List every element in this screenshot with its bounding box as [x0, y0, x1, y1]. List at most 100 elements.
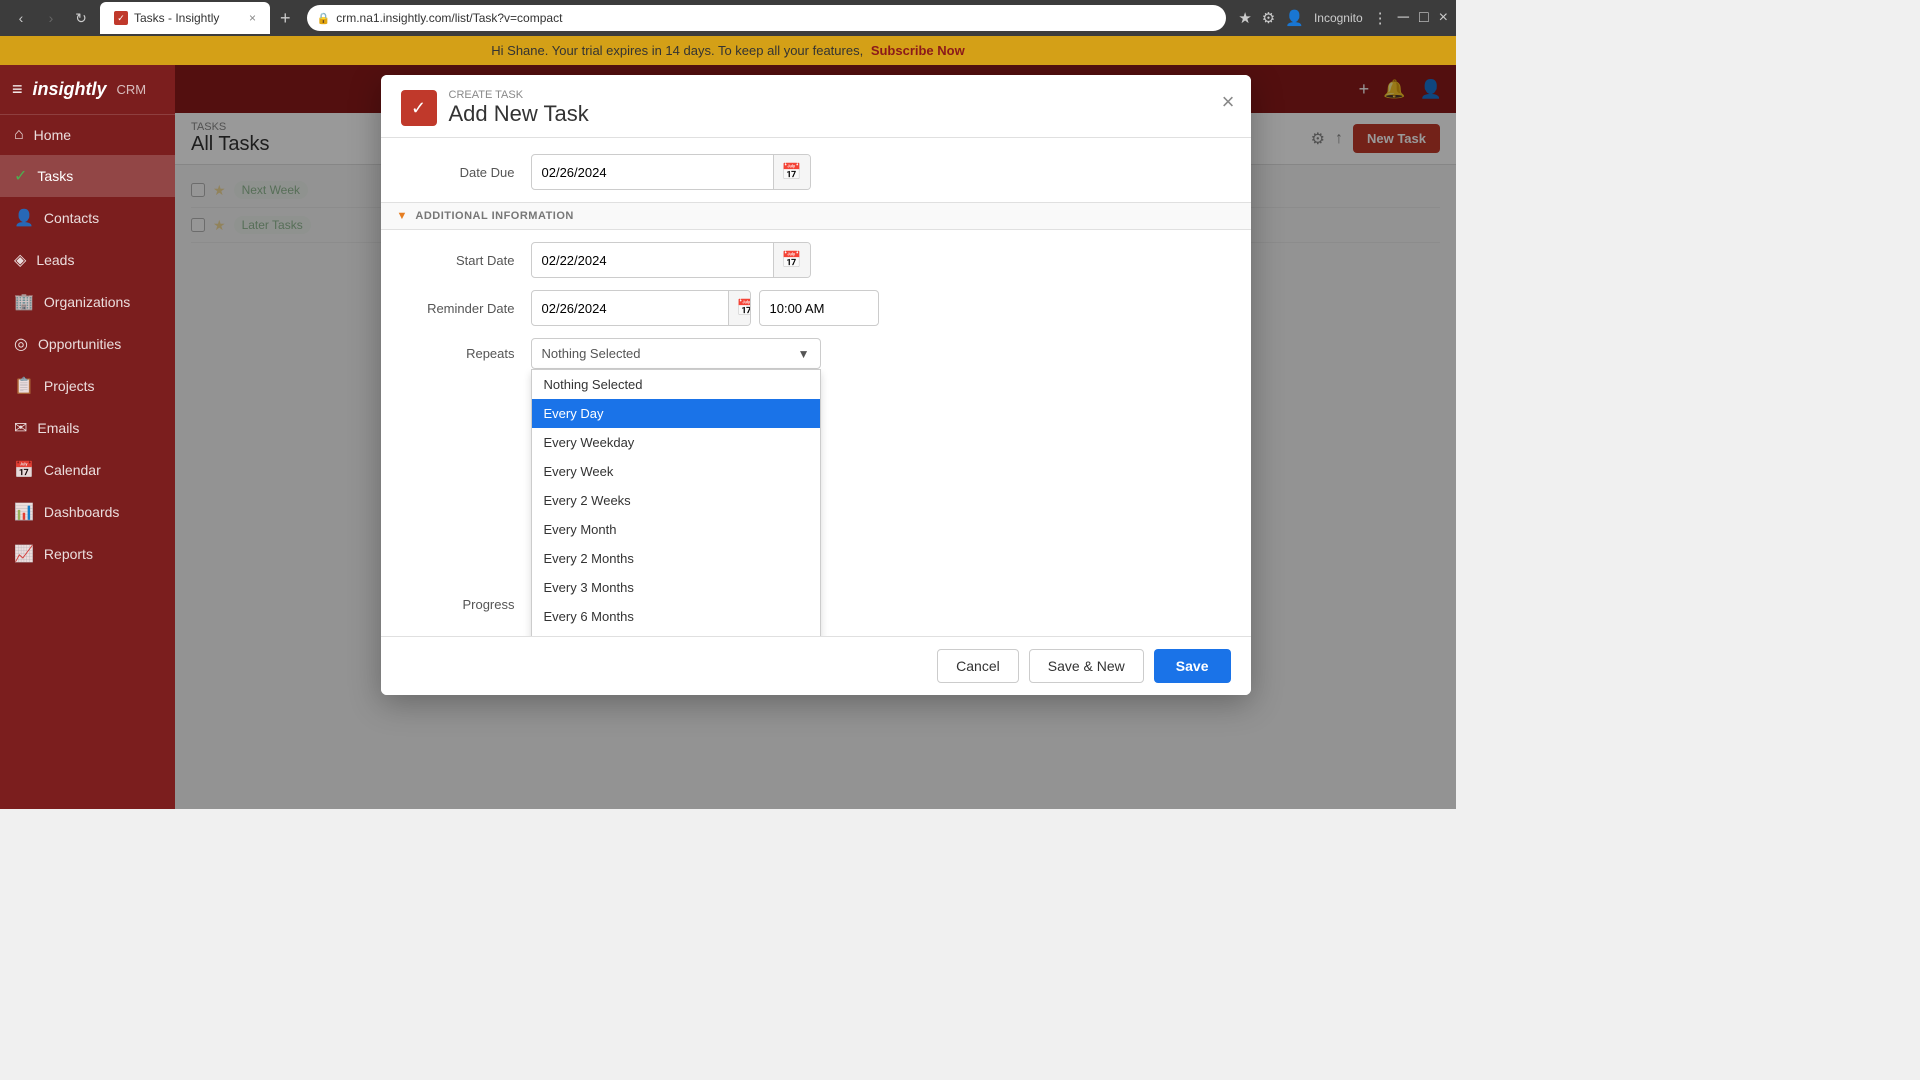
new-tab-button[interactable]: + [276, 8, 295, 29]
repeats-option-every-month[interactable]: Every Month [532, 515, 820, 544]
window-close-button[interactable]: × [1439, 9, 1448, 27]
tab-favicon: ✓ [114, 11, 128, 25]
sidebar-item-projects[interactable]: 📋 Projects [0, 365, 175, 407]
tab-title: Tasks - Insightly [134, 11, 219, 25]
sidebar: ≡ insightly CRM ⌂ Home ✓ Tasks 👤 Contact… [0, 65, 175, 809]
cancel-button[interactable]: Cancel [937, 649, 1019, 683]
trial-text: Hi Shane. Your trial expires in 14 days.… [491, 43, 863, 58]
repeats-option-every-2-weeks[interactable]: Every 2 Weeks [532, 486, 820, 515]
sidebar-item-reports[interactable]: 📈 Reports [0, 533, 175, 575]
repeats-row: Repeats Nothing Selected ▼ Nothing Selec… [401, 338, 1231, 369]
modal-body: Date Due 📅 ▼ ADDITIONAL INFORMATION Star [381, 138, 1251, 636]
reminder-time-input[interactable] [760, 294, 879, 323]
reminder-date-input-wrapper: 📅 [531, 290, 751, 326]
maximize-button[interactable]: □ [1419, 9, 1429, 27]
repeats-option-every-3-months[interactable]: Every 3 Months [532, 573, 820, 602]
reminder-time-input-wrapper: 🕐 [759, 290, 879, 326]
save-button[interactable]: Save [1154, 649, 1231, 683]
repeats-option-every-2-months[interactable]: Every 2 Months [532, 544, 820, 573]
repeats-selected-value: Nothing Selected [542, 346, 641, 361]
tab-close-icon[interactable]: × [249, 11, 256, 25]
dashboards-label: Dashboards [44, 504, 120, 520]
calendar-reminder-icon[interactable]: 📅 [728, 291, 751, 325]
menu-icon[interactable]: ⋮ [1373, 9, 1388, 27]
sidebar-item-leads[interactable]: ◈ Leads [0, 239, 175, 281]
start-date-label: Start Date [401, 253, 531, 268]
start-date-input-wrapper: 📅 [531, 242, 811, 278]
repeats-label: Repeats [401, 338, 531, 361]
sidebar-item-tasks[interactable]: ✓ Tasks [0, 155, 175, 197]
modal-subtitle: CREATE TASK [449, 89, 589, 101]
reports-icon: 📈 [14, 544, 34, 564]
leads-label: Leads [36, 252, 74, 268]
browser-tab[interactable]: ✓ Tasks - Insightly × [100, 2, 270, 34]
repeats-option-every-6-months[interactable]: Every 6 Months [532, 602, 820, 631]
calendar-due-icon[interactable]: 📅 [773, 155, 810, 189]
start-date-input[interactable] [532, 246, 773, 275]
additional-section-header: ▼ ADDITIONAL INFORMATION [381, 202, 1251, 230]
trial-banner: Hi Shane. Your trial expires in 14 days.… [0, 36, 1456, 65]
repeats-option-every-week[interactable]: Every Week [532, 457, 820, 486]
date-due-input[interactable] [532, 158, 773, 187]
home-icon: ⌂ [14, 126, 24, 144]
save-new-button[interactable]: Save & New [1029, 649, 1144, 683]
hamburger-icon[interactable]: ≡ [12, 79, 23, 100]
reminder-date-input[interactable] [532, 294, 728, 323]
additional-chevron-icon[interactable]: ▼ [397, 210, 408, 222]
refresh-button[interactable]: ↻ [68, 5, 94, 31]
progress-label: Progress [401, 597, 531, 612]
browser-chrome: ‹ › ↻ ✓ Tasks - Insightly × + 🔒 crm.na1.… [0, 0, 1456, 36]
emails-label: Emails [37, 420, 79, 436]
sidebar-item-emails[interactable]: ✉ Emails [0, 407, 175, 449]
subscribe-link[interactable]: Subscribe Now [871, 43, 965, 58]
contacts-icon: 👤 [14, 208, 34, 228]
repeats-option-every-weekday[interactable]: Every Weekday [532, 428, 820, 457]
repeats-option-nothing[interactable]: Nothing Selected [532, 370, 820, 399]
bookmark-icon[interactable]: ★ [1238, 9, 1251, 27]
repeats-select-wrapper: Nothing Selected ▼ Nothing Selected Ever… [531, 338, 821, 369]
calendar-start-icon[interactable]: 📅 [773, 243, 810, 277]
leads-icon: ◈ [14, 250, 26, 270]
forward-button[interactable]: › [38, 5, 64, 31]
modal-close-button[interactable]: × [1222, 89, 1235, 115]
sidebar-item-calendar[interactable]: 📅 Calendar [0, 449, 175, 491]
reminder-date-label: Reminder Date [401, 301, 531, 316]
organizations-icon: 🏢 [14, 292, 34, 312]
incognito-label: Incognito [1314, 11, 1363, 25]
additional-section-label: ADDITIONAL INFORMATION [415, 210, 573, 222]
repeats-option-every-year[interactable]: Every Year [532, 631, 820, 636]
sidebar-item-dashboards[interactable]: 📊 Dashboards [0, 491, 175, 533]
modal-task-icon: ✓ [401, 90, 437, 126]
repeats-option-every-day[interactable]: Every Day [532, 399, 820, 428]
crm-label: CRM [117, 82, 147, 97]
calendar-icon: 📅 [14, 460, 34, 480]
app-layout: ≡ insightly CRM ⌂ Home ✓ Tasks 👤 Contact… [0, 65, 1456, 809]
reminder-inputs: 📅 🕐 [531, 290, 879, 326]
contacts-label: Contacts [44, 210, 99, 226]
address-bar[interactable]: 🔒 crm.na1.insightly.com/list/Task?v=comp… [307, 5, 1227, 31]
sidebar-item-opportunities[interactable]: ◎ Opportunities [0, 323, 175, 365]
date-due-input-wrapper: 📅 [531, 154, 811, 190]
sidebar-item-home[interactable]: ⌂ Home [0, 115, 175, 155]
dashboards-icon: 📊 [14, 502, 34, 522]
modal: ✓ CREATE TASK Add New Task × Date Due � [381, 75, 1251, 695]
nav-buttons: ‹ › ↻ [8, 5, 94, 31]
sidebar-item-organizations[interactable]: 🏢 Organizations [0, 281, 175, 323]
repeats-dropdown-menu: Nothing Selected Every Day Every Weekday… [531, 369, 821, 636]
logo: insightly [33, 79, 107, 100]
modal-header: ✓ CREATE TASK Add New Task × [381, 75, 1251, 138]
projects-icon: 📋 [14, 376, 34, 396]
extension-icon[interactable]: ⚙ [1262, 9, 1275, 27]
modal-footer: Cancel Save & New Save [381, 636, 1251, 695]
minimize-button[interactable]: ─ [1398, 9, 1409, 27]
repeats-dropdown-arrow: ▼ [798, 347, 810, 361]
sidebar-item-contacts[interactable]: 👤 Contacts [0, 197, 175, 239]
main-content: + 🔔 👤 TASKS All Tasks ⚙ ↑ New Task ★ Nex… [175, 65, 1456, 809]
date-due-label: Date Due [401, 165, 531, 180]
repeats-select-display[interactable]: Nothing Selected ▼ [531, 338, 821, 369]
organizations-label: Organizations [44, 294, 130, 310]
profile-icon[interactable]: 👤 [1285, 9, 1304, 27]
back-button[interactable]: ‹ [8, 5, 34, 31]
modal-title-area: CREATE TASK Add New Task [449, 89, 589, 127]
browser-actions: ★ ⚙ 👤 Incognito ⋮ ─ □ × [1238, 9, 1448, 27]
